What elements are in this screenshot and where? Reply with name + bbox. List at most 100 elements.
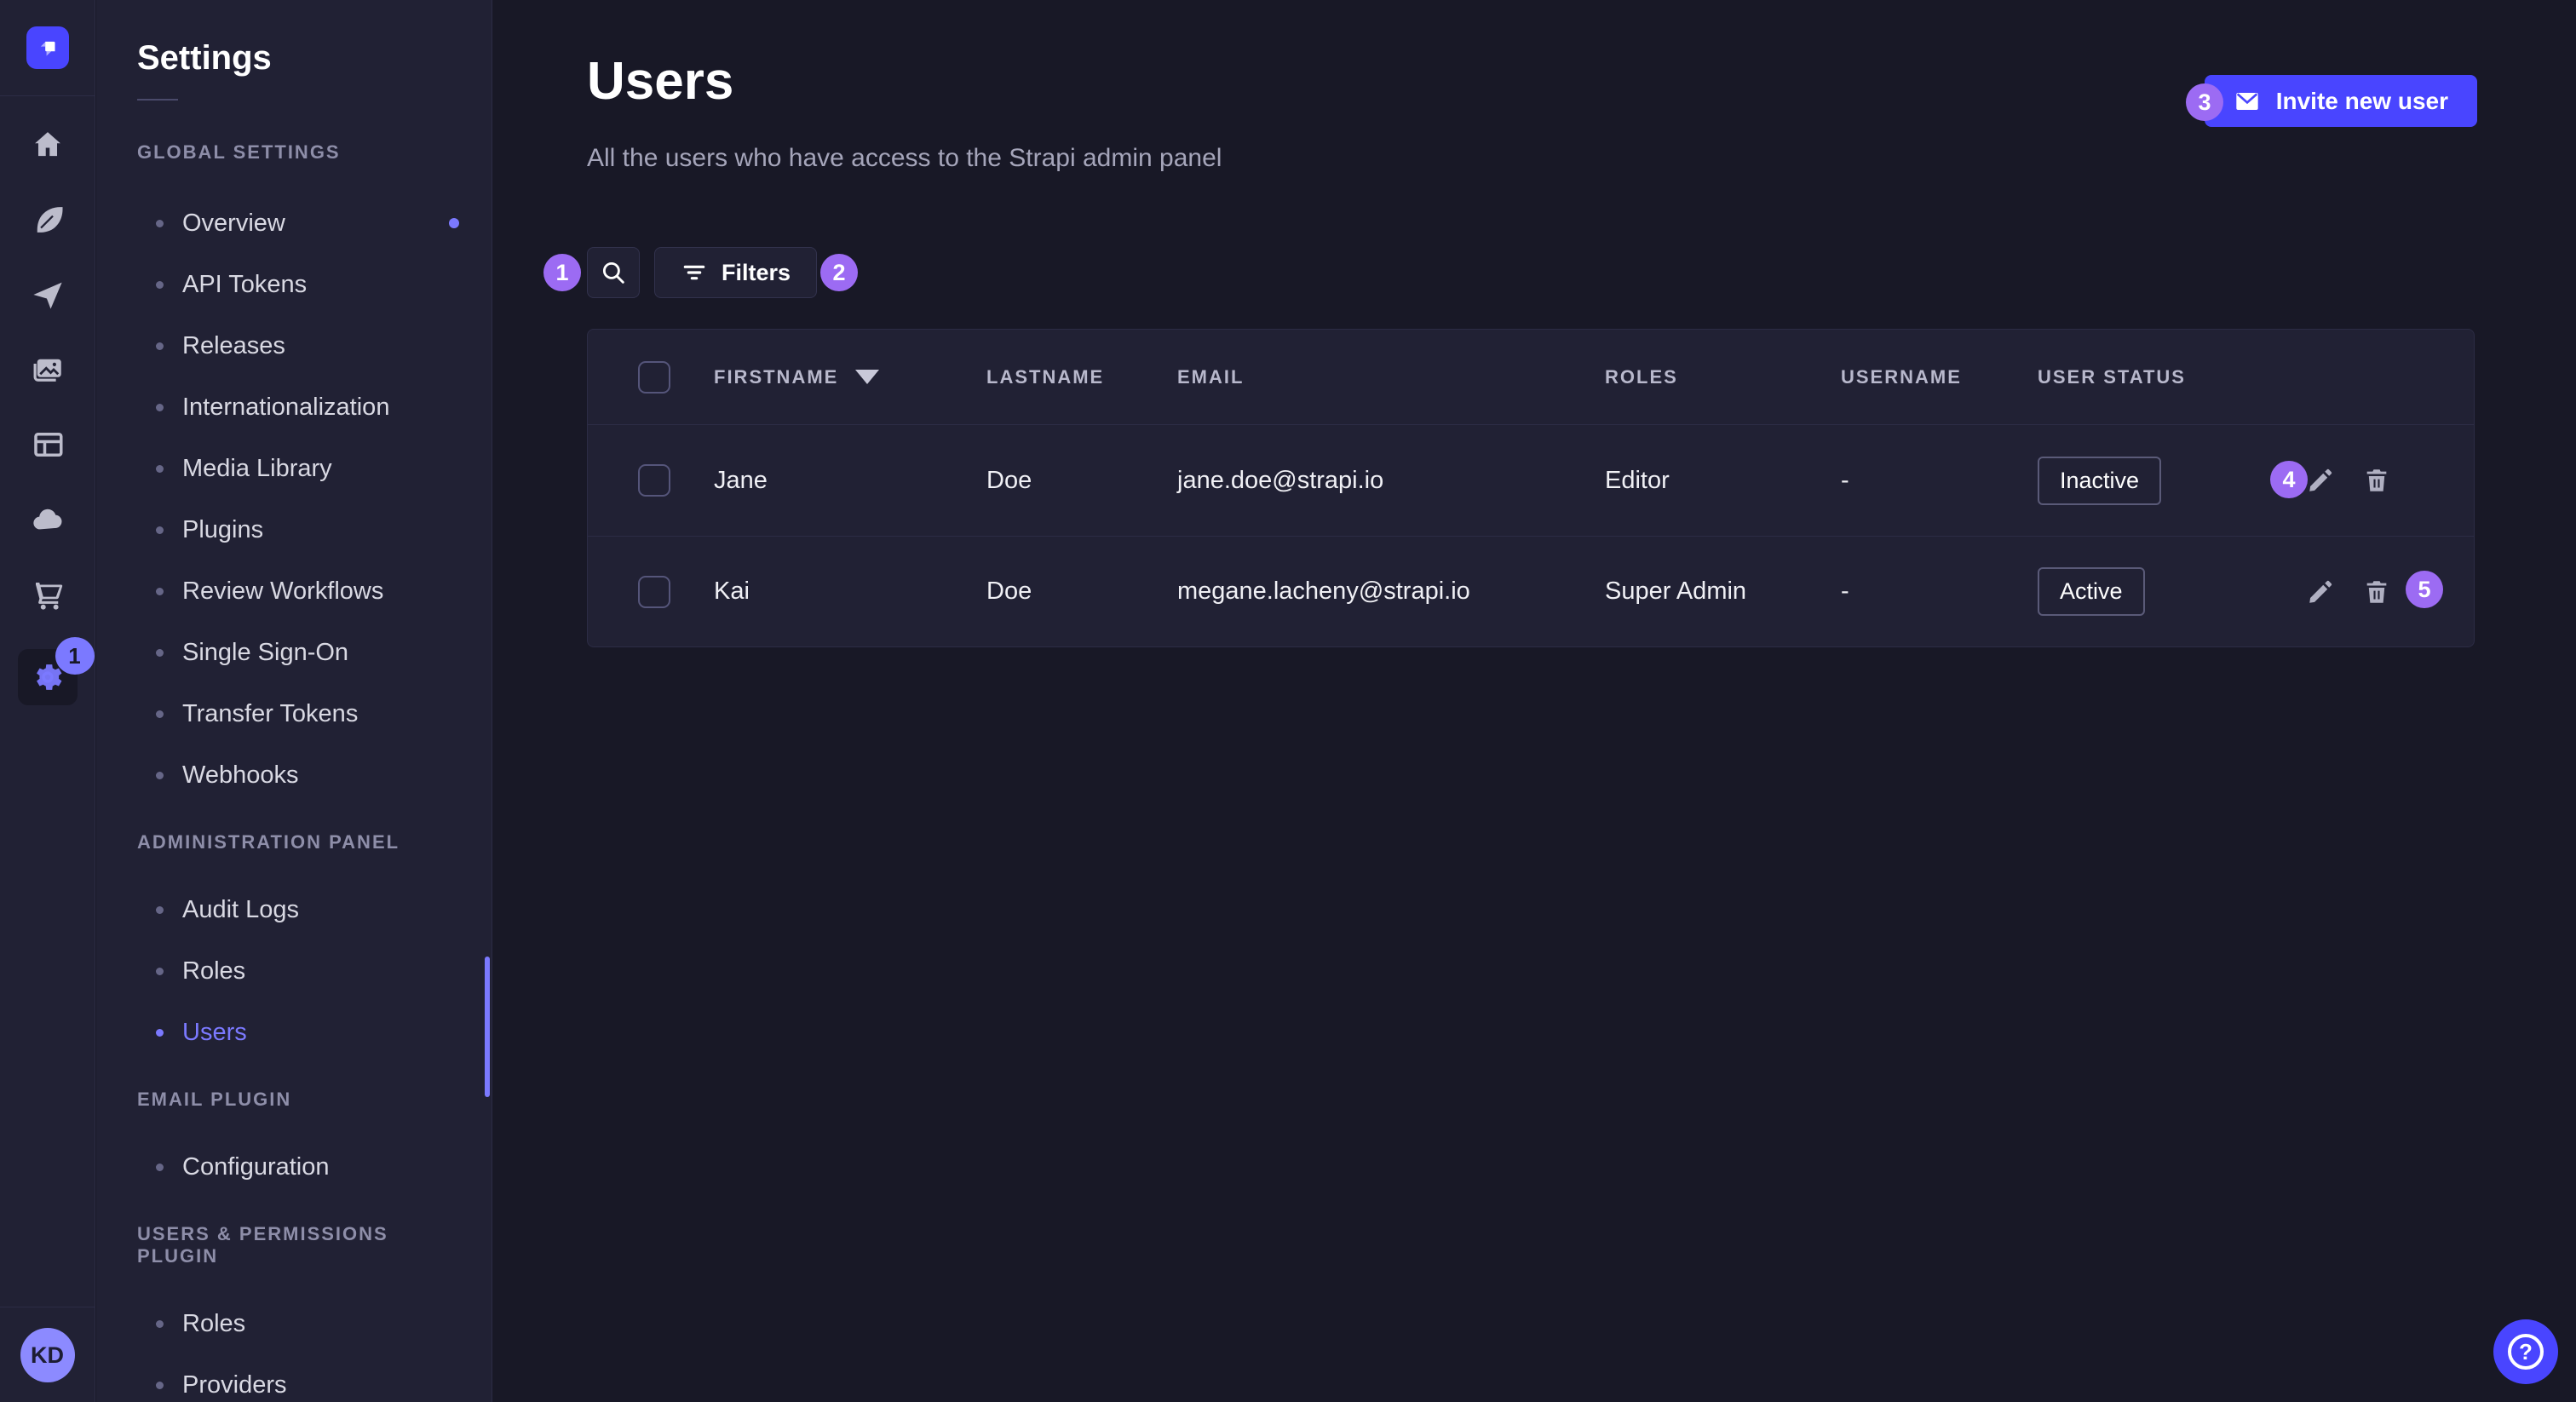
annotation-mark-1: 1	[543, 254, 581, 291]
sidebar-item-plugins[interactable]: Plugins	[137, 499, 471, 560]
sort-descending-icon[interactable]	[855, 370, 879, 384]
sidebar-item-up-providers[interactable]: Providers	[137, 1354, 471, 1402]
bullet-icon	[156, 404, 164, 411]
cell-firstname: Kai	[714, 577, 986, 606]
help-button[interactable]: ?	[2493, 1319, 2558, 1384]
sidebar-item-review-workflows[interactable]: Review Workflows	[137, 560, 471, 622]
table-row[interactable]: Kai Doe megane.lacheny@strapi.io Super A…	[588, 536, 2474, 646]
pencil-icon	[2306, 466, 2335, 495]
select-all-checkbox[interactable]	[638, 361, 670, 394]
sidebar-item-internationalization[interactable]: Internationalization	[137, 376, 471, 438]
column-header-username[interactable]: USERNAME	[1841, 366, 2038, 388]
sidebar-item-up-roles[interactable]: Roles	[137, 1293, 471, 1354]
media-library-nav-button[interactable]	[27, 349, 68, 390]
row-checkbox[interactable]	[638, 576, 670, 608]
cell-roles: Super Admin	[1605, 577, 1841, 606]
sidebar-item-api-tokens[interactable]: API Tokens	[137, 254, 471, 315]
cell-roles: Editor	[1605, 467, 1841, 495]
column-header-firstname[interactable]: FIRSTNAME	[714, 366, 986, 388]
status-badge: Inactive	[2038, 457, 2161, 505]
bullet-icon	[156, 588, 164, 595]
row-select-cell	[588, 464, 714, 497]
marketplace-nav-button[interactable]	[27, 574, 68, 615]
column-header-email[interactable]: EMAIL	[1177, 366, 1605, 388]
section-list-administration-panel: Audit Logs Roles Users	[137, 879, 471, 1063]
invite-new-user-label: Invite new user	[2276, 88, 2448, 115]
cell-user-status: Active	[2038, 567, 2284, 616]
section-label-email-plugin: EMAIL PLUGIN	[137, 1089, 471, 1111]
sidebar-item-users[interactable]: Users	[137, 1002, 471, 1063]
table-header-row: FIRSTNAME LASTNAME EMAIL ROLES USERNAME …	[588, 330, 2474, 425]
bullet-icon	[156, 526, 164, 534]
trash-icon	[2362, 577, 2391, 606]
row-actions	[2284, 462, 2474, 499]
home-icon	[30, 127, 66, 163]
cell-firstname: Jane	[714, 467, 986, 495]
deployments-nav-button[interactable]	[27, 499, 68, 540]
bullet-icon	[156, 1164, 164, 1171]
logo-container	[0, 0, 95, 96]
pencil-icon	[2306, 577, 2335, 606]
bullet-icon	[156, 1029, 164, 1037]
cell-username: -	[1841, 577, 2038, 606]
cell-email: megane.lacheny@strapi.io	[1177, 577, 1605, 606]
sidebar-item-audit-logs[interactable]: Audit Logs	[137, 879, 471, 940]
releases-nav-button[interactable]	[27, 274, 68, 315]
settings-notification-badge: 1	[55, 637, 95, 675]
filters-button[interactable]: Filters	[654, 247, 817, 298]
layout-icon	[30, 427, 66, 463]
content-type-builder-nav-button[interactable]	[27, 424, 68, 465]
annotation-mark-4: 4	[2270, 461, 2308, 498]
bullet-icon	[156, 1320, 164, 1328]
cell-username: -	[1841, 467, 2038, 495]
bullet-icon	[156, 772, 164, 779]
section-list-users-permissions-plugin: Roles Providers	[137, 1293, 471, 1402]
home-nav-button[interactable]	[27, 124, 68, 165]
sidebar-scrollbar-thumb[interactable]	[485, 957, 490, 1097]
delete-user-button[interactable]	[2358, 462, 2395, 499]
sidebar-item-media-library[interactable]: Media Library	[137, 438, 471, 499]
rail-footer: KD	[0, 1307, 95, 1402]
rail-icon-list: 1	[18, 96, 78, 705]
row-checkbox[interactable]	[638, 464, 670, 497]
invite-new-user-button[interactable]: Invite new user	[2205, 75, 2477, 127]
bullet-icon	[156, 906, 164, 914]
envelope-icon	[2234, 88, 2261, 115]
bullet-icon	[156, 968, 164, 975]
cell-email: jane.doe@strapi.io	[1177, 467, 1605, 495]
edit-user-button[interactable]	[2302, 573, 2339, 611]
sidebar-item-webhooks[interactable]: Webhooks	[137, 744, 471, 806]
sidebar-item-single-sign-on[interactable]: Single Sign-On	[137, 622, 471, 683]
main-content: Users All the users who have access to t…	[492, 0, 2576, 1402]
sidebar-item-overview[interactable]: Overview	[137, 192, 471, 254]
search-button[interactable]	[587, 247, 640, 298]
bullet-icon	[156, 281, 164, 289]
table-row[interactable]: Jane Doe jane.doe@strapi.io Editor - Ina…	[588, 425, 2474, 536]
sidebar-item-transfer-tokens[interactable]: Transfer Tokens	[137, 683, 471, 744]
bullet-icon	[156, 220, 164, 227]
user-avatar[interactable]: KD	[20, 1328, 75, 1382]
column-header-lastname[interactable]: LASTNAME	[986, 366, 1177, 388]
cloud-icon	[30, 502, 66, 537]
status-badge: Active	[2038, 567, 2145, 616]
column-header-user-status[interactable]: USER STATUS	[2038, 366, 2284, 388]
users-table: FIRSTNAME LASTNAME EMAIL ROLES USERNAME …	[587, 329, 2475, 647]
filters-label: Filters	[722, 260, 791, 286]
cell-lastname: Doe	[986, 577, 1177, 606]
content-manager-nav-button[interactable]	[27, 199, 68, 240]
column-header-roles[interactable]: ROLES	[1605, 366, 1841, 388]
select-all-cell	[588, 361, 714, 394]
strapi-logo[interactable]	[26, 26, 69, 69]
cell-lastname: Doe	[986, 467, 1177, 495]
row-actions	[2284, 573, 2474, 611]
settings-nav-button[interactable]: 1	[18, 649, 78, 705]
sidebar-item-releases[interactable]: Releases	[137, 315, 471, 376]
toolbar: Filters	[587, 247, 2477, 298]
filter-icon	[681, 259, 708, 286]
annotation-mark-3: 3	[2186, 83, 2223, 121]
media-images-icon	[30, 352, 66, 388]
delete-user-button[interactable]	[2358, 573, 2395, 611]
sidebar-item-email-configuration[interactable]: Configuration	[137, 1136, 471, 1198]
sidebar-item-admin-roles[interactable]: Roles	[137, 940, 471, 1002]
bullet-icon	[156, 465, 164, 473]
